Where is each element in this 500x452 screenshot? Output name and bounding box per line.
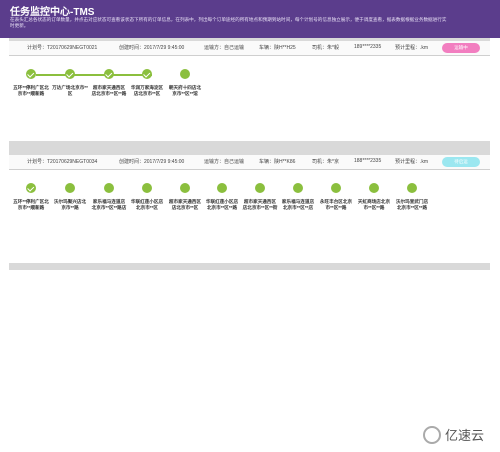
stop-node [26,69,36,79]
stop-node [331,183,341,193]
create-time: 创建时间：2017/7/29 9:45:00 [119,159,185,165]
stop-label: 家乐福马连道店北京市**区**店 [281,199,315,210]
order-list: 计划号：T20170629NEGT0021 创建时间：2017/7/29 9:4… [9,38,490,270]
create-time: 创建时间：2017/7/29 9:45:00 [119,45,185,51]
order-info-bar: 计划号：T20170629NEGT0034 创建时间：2017/7/29 9:4… [9,155,490,170]
driver-name: 司机：朱*毅 [312,45,339,51]
stop-node [65,69,75,79]
stop-label: 万达广场北京市**区 [52,85,88,96]
stop-node [104,69,114,79]
stop-label: 超市家天通西区店北京市**区 [168,199,202,210]
stop-node [369,183,379,193]
page-header: 任务监控中心-TMS 在表头汇总各状态的订单数量，并点击对应状态可查看该状态下所… [0,0,500,38]
stop-node [407,183,417,193]
vehicle-plate: 车辆：陕H**K86 [259,159,296,165]
transport-party: 运输方：自己运输 [204,159,245,165]
stop-label: 五环**停利广区北京市**顺新路 [13,199,49,210]
stop-node [104,183,114,193]
transport-party: 运输方：自己运输 [204,45,245,51]
order-info-bar: 计划号：T20170629NEGT0021 创建时间：2017/7/29 9:4… [9,41,490,56]
driver-phone: 189****2335 [354,44,382,50]
order-card: 计划号：T20170629NEGT0021 创建时间：2017/7/29 9:4… [9,41,490,141]
stop-label: 沃尔玛聚兴店北京市**路 [53,199,87,210]
stop-node [293,183,303,193]
stop-node [65,183,75,193]
stop-label: 永旺丰台区北京市**区**路 [319,199,353,210]
route-timeline: 五环**停利广区北京市**顺新路 沃尔玛聚兴店北京市**路 家乐福马连道店北京市… [9,183,490,253]
stop-node [255,183,265,193]
stop-node [217,183,227,193]
stop-node [142,183,152,193]
stop-label: 天虹商场店北京市**区**路 [357,199,391,210]
stop-label: 超市家天通西区店北京市**区**路 [91,85,127,96]
driver-phone: 188****2335 [354,158,382,164]
stop-label: 沃尔玛宣武门店北京市**区**路 [395,199,429,210]
stop-node [180,183,190,193]
status-badge[interactable]: 运输中 [442,43,480,53]
stop-label: 家乐福马连道店北京市**区**路店 [91,199,127,210]
page-title: 任务监控中心-TMS [10,7,95,18]
stop-node [180,69,190,79]
stop-label: 华润万家海淀区店北京市**区 [130,85,164,96]
stop-label: 华联红莲小区店北京市**区 [130,199,164,210]
stop-label: 朝天府十四店北京市**区**馆 [168,85,202,96]
brand-logo-text: 亿速云 [444,428,484,443]
plan-number: 计划号：T20170629NEGT0021 [27,45,98,51]
vehicle-plate: 车辆：陕H**H25 [259,45,296,51]
route-timeline: 五环**停利广区北京市**顺新路 万达广场北京市**区 超市家天通西区店北京市*… [9,69,490,129]
page-description: 在表头汇总各状态的订单数量，并点击对应状态可查看该状态下所有的订单信息，在列表中… [10,17,447,29]
plan-number: 计划号：T20170629NEGT0034 [27,159,98,165]
brand-logo-icon [422,425,441,444]
stop-node [142,69,152,79]
route-line [36,74,152,76]
brand-logo: 亿速云 [422,425,484,444]
order-card: 计划号：T20170629NEGT0034 创建时间：2017/7/29 9:4… [9,155,490,263]
status-badge[interactable]: 待启运 [442,157,480,167]
stop-node [26,183,36,193]
stop-label: 五环**停利广区北京市**顺新路 [13,85,49,96]
estimated-mileage: 预计里程：.km [395,159,429,165]
driver-name: 司机：朱*京 [312,159,339,165]
estimated-mileage: 预计里程：.km [395,45,429,51]
stop-label: 超市家天通西区店北京市**区**街 [242,199,278,210]
stop-label: 华联红莲小区店北京市**区**路 [205,199,239,210]
